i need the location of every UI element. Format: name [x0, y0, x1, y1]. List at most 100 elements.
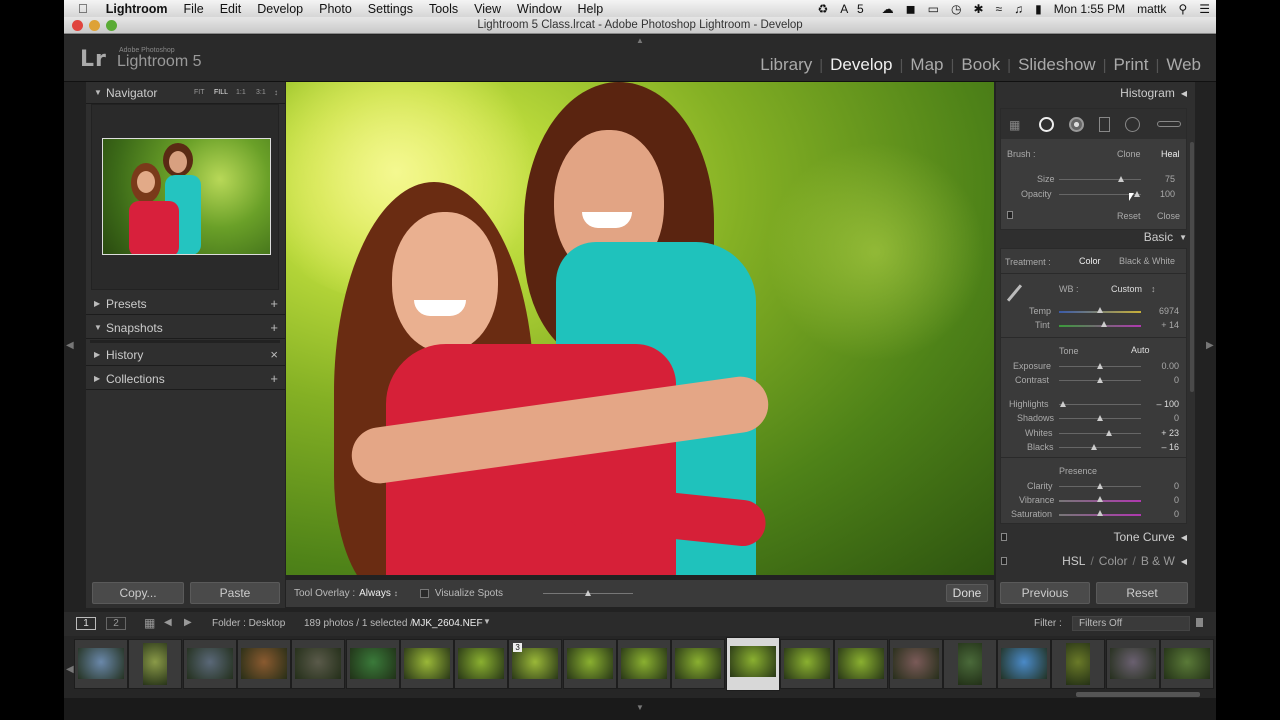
menu-window[interactable]: Window	[509, 2, 569, 16]
menu-view[interactable]: View	[466, 2, 509, 16]
folder-source[interactable]: Folder : Desktop	[212, 618, 285, 629]
opacity-value[interactable]: 100	[1145, 189, 1175, 199]
menu-develop[interactable]: Develop	[249, 2, 311, 16]
menu-app-name[interactable]: Lightroom	[98, 2, 176, 16]
treatment-bw[interactable]: Black & White	[1119, 256, 1175, 266]
menu-tools[interactable]: Tools	[421, 2, 466, 16]
filmstrip-thumbnail[interactable]	[725, 637, 780, 691]
size-value[interactable]: 75	[1145, 174, 1175, 184]
filmstrip-thumbnail[interactable]	[779, 639, 834, 689]
collections-header[interactable]: ▶ Collections +	[86, 368, 285, 390]
main-photo[interactable]	[286, 82, 994, 575]
volume-icon[interactable]: ♫	[1008, 2, 1029, 16]
copy-button[interactable]: Copy...	[92, 582, 184, 604]
menu-help[interactable]: Help	[570, 2, 612, 16]
menu-edit[interactable]: Edit	[212, 2, 250, 16]
brush-close-button[interactable]: Close	[1157, 211, 1180, 221]
filmstrip-thumbnail[interactable]: 3	[508, 639, 563, 689]
spotlight-icon[interactable]: ⚲	[1172, 2, 1193, 16]
whites-value[interactable]: + 23	[1149, 428, 1179, 438]
blacks-slider[interactable]	[1059, 447, 1141, 448]
module-slideshow[interactable]: Slideshow	[1011, 55, 1103, 75]
hsl-tab[interactable]: HSL	[1062, 554, 1085, 568]
minimize-window-icon[interactable]	[89, 20, 100, 31]
filmstrip-thumbnail[interactable]	[617, 639, 671, 689]
menu-settings[interactable]: Settings	[360, 2, 421, 16]
bottom-panel-toggle-icon[interactable]: ▼	[636, 703, 644, 712]
filmstrip-thumbnail[interactable]	[1160, 639, 1214, 689]
exposure-value[interactable]: 0.00	[1149, 361, 1179, 371]
radial-filter-icon[interactable]	[1125, 117, 1140, 132]
heal-option[interactable]: Heal	[1161, 149, 1180, 159]
shadows-value[interactable]: 0	[1149, 413, 1179, 423]
add-collection-icon[interactable]: +	[270, 371, 278, 386]
clear-history-icon[interactable]: ×	[270, 347, 278, 362]
dropbox-icon[interactable]: ◼	[900, 2, 922, 16]
whites-slider[interactable]	[1059, 433, 1141, 434]
back-arrow-icon[interactable]: ◀	[164, 617, 172, 628]
spot-removal-tool-icon[interactable]	[1039, 117, 1054, 132]
module-map[interactable]: Map	[903, 55, 950, 75]
main-window-button[interactable]: 1	[76, 617, 96, 630]
red-eye-tool-icon[interactable]	[1069, 117, 1084, 132]
histogram-header[interactable]: Histogram ◀	[996, 82, 1195, 104]
bluetooth-icon[interactable]: ✱	[967, 2, 989, 16]
reset-button[interactable]: Reset	[1096, 582, 1188, 604]
zoom-3-1[interactable]: 3:1	[256, 89, 266, 96]
auto-tone-button[interactable]: Auto	[1131, 345, 1150, 355]
wb-select[interactable]: Custom	[1111, 284, 1142, 294]
filmstrip-thumbnail[interactable]	[454, 639, 509, 689]
tint-slider[interactable]	[1059, 325, 1141, 327]
filmstrip-scroll-left-icon[interactable]: ◀	[66, 664, 74, 675]
brush-reset-button[interactable]: Reset	[1117, 211, 1141, 221]
bw-tab[interactable]: B & W	[1141, 554, 1175, 568]
top-panel-toggle-icon[interactable]: ▲	[636, 36, 644, 45]
tool-overlay-select[interactable]: Always	[359, 588, 391, 599]
zoom-window-icon[interactable]	[106, 20, 117, 31]
filmstrip-thumbnail[interactable]	[888, 639, 943, 689]
right-panel-toggle-icon[interactable]: ▶	[1206, 340, 1214, 351]
color-tab[interactable]: Color	[1099, 554, 1128, 568]
module-web[interactable]: Web	[1159, 55, 1208, 75]
highlights-slider-knob[interactable]	[1060, 401, 1067, 407]
menu-photo[interactable]: Photo	[311, 2, 360, 16]
clone-option[interactable]: Clone	[1117, 149, 1141, 159]
contrast-slider-knob[interactable]	[1097, 377, 1103, 383]
adobe-icon[interactable]: A 5	[834, 2, 875, 16]
filmstrip-scrollbar[interactable]	[1076, 692, 1200, 697]
navigator-preview[interactable]	[91, 104, 279, 290]
module-develop[interactable]: Develop	[823, 55, 899, 75]
filmstrip-thumbnail[interactable]	[997, 639, 1052, 689]
selected-filename[interactable]: MJK_2604.NEF	[412, 618, 483, 629]
filmstrip-thumbnail[interactable]	[1051, 639, 1106, 689]
dropdown-icon[interactable]: ▼	[483, 617, 491, 626]
exposure-slider-knob[interactable]	[1097, 363, 1103, 369]
right-panel-scrollbar[interactable]	[1190, 142, 1194, 392]
basic-header[interactable]: Basic ▼	[996, 226, 1195, 248]
vibrance-value[interactable]: 0	[1149, 495, 1179, 505]
timemachine-icon[interactable]: ◷	[945, 2, 967, 16]
tone-curve-toggle-switch[interactable]	[1001, 533, 1007, 541]
shadows-slider-knob[interactable]	[1097, 415, 1103, 421]
opacity-slider-knob[interactable]	[1133, 191, 1140, 197]
clarity-slider-knob[interactable]	[1097, 483, 1103, 489]
navigator-header[interactable]: ▼ Navigator FIT FILL 1:1 3:1 ↕	[86, 82, 285, 104]
size-slider-knob[interactable]	[1117, 176, 1124, 182]
filmstrip-thumbnail[interactable]	[74, 639, 128, 689]
filmstrip-thumbnail[interactable]	[671, 639, 726, 689]
dropdown-icon[interactable]: ↕	[1151, 284, 1156, 294]
filmstrip-thumbnail[interactable]	[236, 639, 291, 689]
list-icon[interactable]: ☰	[1193, 2, 1216, 16]
snapshots-header[interactable]: ▼ Snapshots +	[86, 317, 285, 339]
hsl-header[interactable]: HSL / Color / B & W ◀	[996, 550, 1195, 572]
presets-header[interactable]: ▶ Presets +	[86, 293, 285, 315]
filmstrip-thumbnail[interactable]	[562, 639, 617, 689]
zoom-menu-icon[interactable]: ↕	[274, 88, 278, 97]
filter-select[interactable]: Filters Off	[1072, 616, 1190, 631]
previous-button[interactable]: Previous	[1000, 582, 1090, 604]
eyedropper-icon[interactable]	[1006, 284, 1023, 302]
filmstrip-thumbnail[interactable]	[128, 639, 183, 689]
module-print[interactable]: Print	[1106, 55, 1155, 75]
module-library[interactable]: Library	[753, 55, 819, 75]
dropdown-icon[interactable]: ↕	[394, 589, 398, 598]
